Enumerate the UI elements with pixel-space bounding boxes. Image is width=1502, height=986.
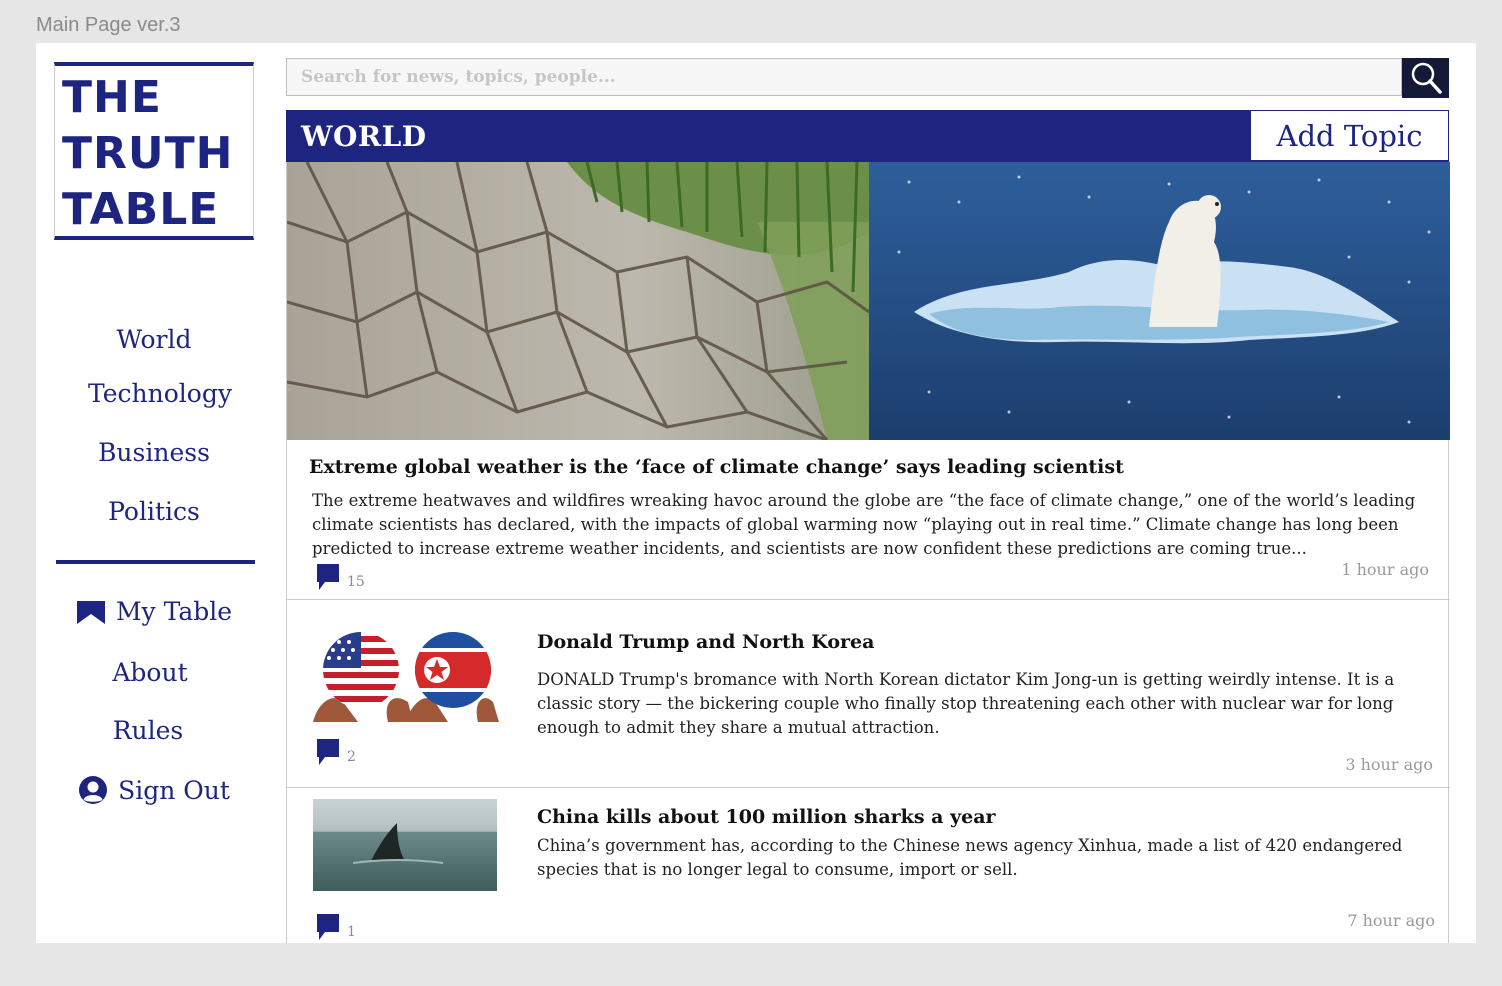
nav-item-business[interactable]: Business <box>54 438 254 467</box>
article-2-time: 3 hour ago <box>1345 755 1433 774</box>
article-1-time: 1 hour ago <box>1341 560 1429 579</box>
article-separator <box>287 787 1450 788</box>
logo-line-3: TABLE <box>62 184 220 235</box>
site-logo[interactable]: THE TRUTH TABLE <box>54 62 254 240</box>
article-separator <box>287 599 1450 600</box>
article-3-summary: China’s government has, according to the… <box>537 836 1403 879</box>
comment-icon <box>317 564 339 590</box>
us-north-korea-flags-image[interactable] <box>313 632 499 722</box>
article-1-summary: The extreme heatwaves and wildfires wrea… <box>312 491 1416 558</box>
shark-fin-image[interactable] <box>313 799 497 891</box>
comment-count: 15 <box>347 574 365 590</box>
news-feed: Extreme global weather is the ‘face of c… <box>286 162 1450 943</box>
article-3-comments[interactable]: 1 <box>317 914 356 940</box>
main-page: THE TRUTH TABLE World Technology Busines… <box>36 43 1476 943</box>
nav-item-rules[interactable]: Rules <box>48 716 248 745</box>
article-2-summary: DONALD Trump's bromance with North Korea… <box>537 670 1395 737</box>
nav-item-about[interactable]: About <box>50 658 250 687</box>
nav-divider <box>56 560 255 564</box>
article-3-headline[interactable]: China kills about 100 million sharks a y… <box>537 806 996 828</box>
dry-cracked-earth-image[interactable] <box>287 162 869 440</box>
nav-item-sign-out[interactable]: Sign Out <box>54 775 254 805</box>
add-topic-button[interactable]: Add Topic <box>1251 111 1448 160</box>
nav-item-my-table[interactable]: My Table <box>54 597 254 626</box>
search-icon <box>1411 62 1442 94</box>
comment-count: 2 <box>347 749 356 765</box>
nav-item-world[interactable]: World <box>54 325 254 354</box>
article-1-comments[interactable]: 15 <box>317 564 365 590</box>
article-2-comments[interactable]: 2 <box>317 739 356 765</box>
section-header: WORLD Add Topic <box>286 110 1449 162</box>
nav-item-politics[interactable]: Politics <box>54 497 254 526</box>
logo-line-2: TRUTH <box>62 128 234 179</box>
polar-bear-on-ice-image[interactable] <box>869 162 1450 440</box>
article-1-headline[interactable]: Extreme global weather is the ‘face of c… <box>309 456 1124 478</box>
comment-icon <box>317 739 339 765</box>
comment-icon <box>317 914 339 940</box>
nav-label-my-table: My Table <box>115 597 233 626</box>
user-account-icon <box>79 776 108 804</box>
search-button[interactable] <box>1402 58 1449 98</box>
section-title: WORLD <box>301 120 427 153</box>
search-box <box>286 58 1402 96</box>
article-3-time: 7 hour ago <box>1347 911 1435 930</box>
comment-count: 1 <box>347 924 356 940</box>
nav-label-sign-out: Sign Out <box>118 775 230 805</box>
search-input[interactable] <box>287 59 1401 95</box>
bookmark-icon <box>76 600 105 624</box>
logo-line-1: THE <box>62 72 162 123</box>
nav-item-technology[interactable]: Technology <box>60 379 260 408</box>
article-2-headline[interactable]: Donald Trump and North Korea <box>537 631 874 653</box>
frame-label: Main Page ver.3 <box>36 14 181 36</box>
